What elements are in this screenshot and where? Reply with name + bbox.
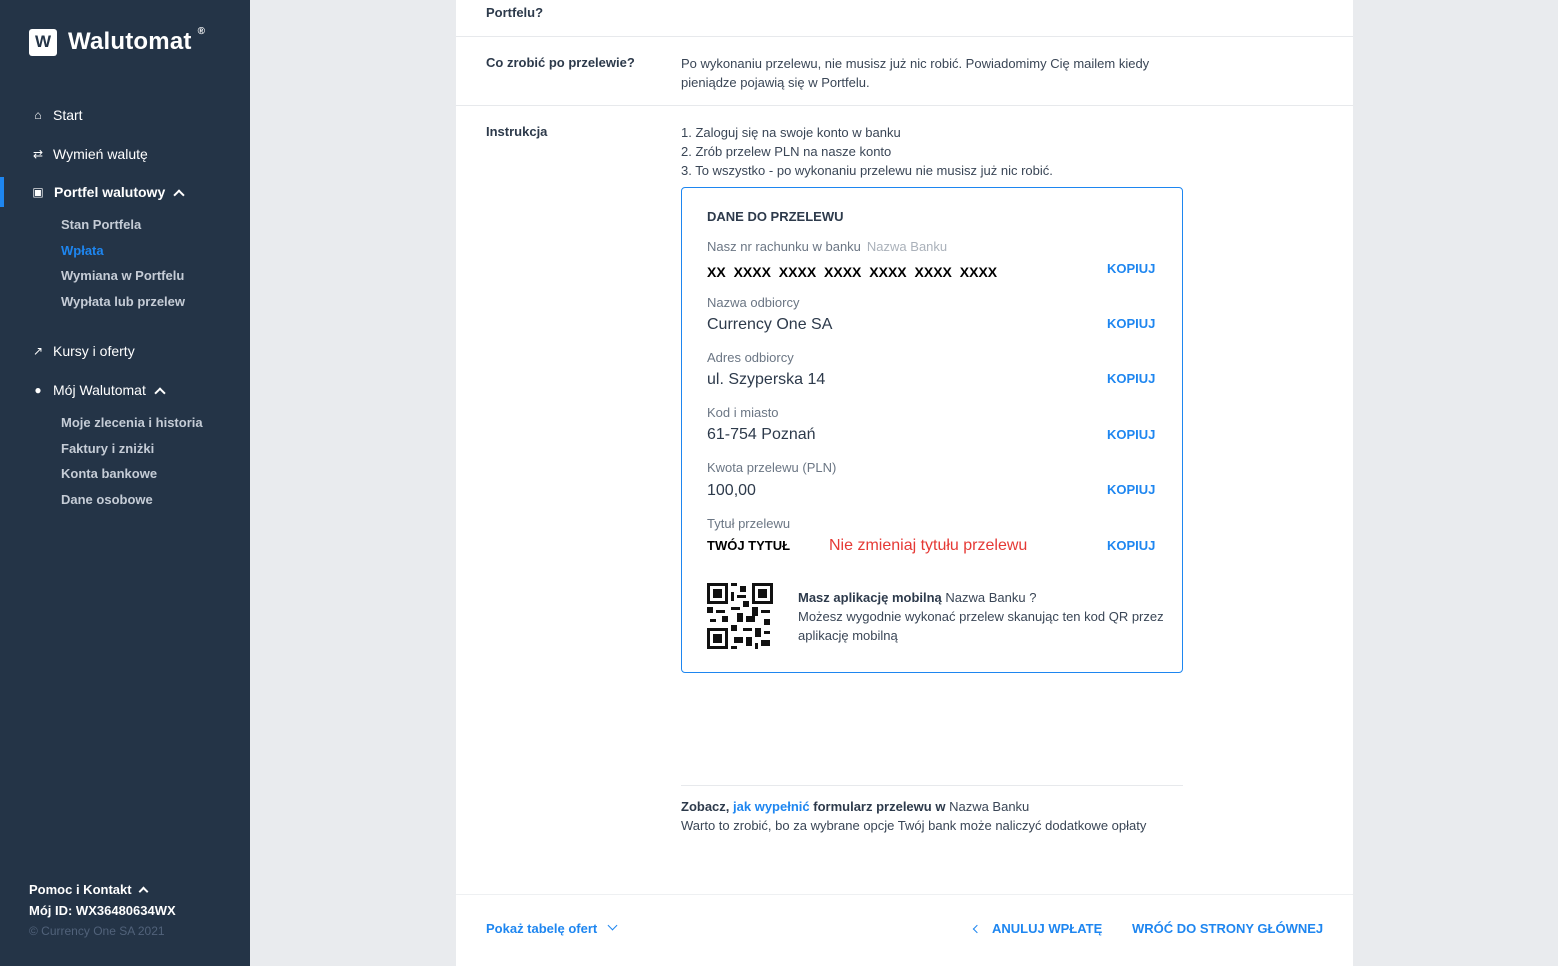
user-id: Mój ID: WX36480634WX (29, 903, 176, 918)
chevron-left-icon (972, 924, 982, 933)
account-number-label: Nasz nr rachunku w banku Nazwa Banku (707, 239, 948, 254)
instructions-list: 1. Zaloguj się na swoje konto w banku 2.… (681, 123, 1053, 180)
chevron-up-icon (154, 387, 166, 399)
how-to-fill-info: Zobacz, jak wypełnić formularz przelewu … (681, 799, 1147, 833)
copy-address-button[interactable]: KOPIUJ (1107, 371, 1155, 386)
help-contact-toggle[interactable]: Pomoc i Kontakt (29, 882, 176, 897)
address-value: ul. Szyperska 14 (707, 371, 826, 388)
nav-item-label: Mój Walutomat (53, 382, 166, 399)
sidebar: W Walutomat ® ⌂ Start ⇄ Wymień walutę ▣ P… (0, 0, 250, 966)
logo[interactable]: W Walutomat ® (29, 26, 206, 56)
divider (681, 785, 1183, 786)
title-warning: Nie zmieniaj tytułu przelewu (829, 537, 1028, 554)
copy-title-button[interactable]: KOPIUJ (1107, 538, 1155, 553)
chevron-up-icon (173, 189, 185, 201)
back-home-button[interactable]: WRÓĆ DO STRONY GŁÓWNEJ (1132, 921, 1323, 936)
nav-item-label: Start (53, 107, 83, 123)
nav-item-label: Kursy i oferty (53, 343, 135, 359)
sidebar-item-deposit[interactable]: Wpłata (61, 243, 104, 258)
user-icon: ● (34, 383, 42, 397)
sidebar-footer: Pomoc i Kontakt Mój ID: WX36480634WX © C… (29, 882, 176, 938)
copy-account-button[interactable]: KOPIUJ (1107, 261, 1155, 276)
divider (456, 105, 1353, 106)
instruction-step: 2. Zrób przelew PLN na nasze konto (681, 144, 892, 159)
sidebar-item-orders[interactable]: Moje zlecenia i historia (61, 415, 203, 430)
nav-item-label: Wymień walutę (53, 146, 148, 162)
after-transfer-label: Co zrobić po przelewie? (486, 55, 635, 70)
sidebar-item-invoices[interactable]: Faktury i zniżki (61, 441, 154, 456)
address-label: Adres odbiorcy (707, 350, 794, 365)
city-value: 61-754 Poznań (707, 426, 816, 443)
qr-description: Masz aplikację mobilną Nazwa Banku ? Moż… (798, 590, 1164, 643)
chevron-down-icon (607, 920, 618, 931)
show-offers-toggle[interactable]: Pokaż tabelę ofert (486, 920, 618, 936)
wallet-icon: ▣ (32, 185, 44, 199)
nav-item-rates[interactable]: ↗ Kursy i oferty (0, 336, 250, 366)
instruction-step: 1. Zaloguj się na swoje konto w banku (681, 125, 901, 140)
divider (456, 36, 1353, 37)
recipient-value: Currency One SA (707, 316, 833, 333)
transfer-title-value: TWÓJ TYTUŁ (707, 538, 791, 553)
recipient-label: Nazwa odbiorcy (707, 295, 800, 310)
copy-city-button[interactable]: KOPIUJ (1107, 427, 1155, 442)
divider (456, 894, 1353, 895)
sidebar-item-personal-data[interactable]: Dane osobowe (61, 492, 153, 507)
nav-item-my-account[interactable]: ● Mój Walutomat (0, 375, 250, 405)
instruction-step: 3. To wszystko - po wykonaniu przelewu n… (681, 163, 1053, 178)
home-icon: ⌂ (34, 108, 42, 122)
deposit-card: Portfelu? Co zrobić po przelewie? Po wyk… (456, 0, 1353, 966)
instructions-label: Instrukcja (486, 124, 548, 139)
sidebar-item-withdrawal[interactable]: Wypłata lub przelew (61, 294, 185, 309)
after-transfer-text: Po wykonaniu przelewu, nie musisz już ni… (681, 56, 1150, 90)
copyright: © Currency One SA 2021 (29, 924, 165, 938)
logo-icon: W (29, 28, 57, 56)
nav-item-start[interactable]: ⌂ Start (0, 100, 250, 130)
copy-recipient-button[interactable]: KOPIUJ (1107, 316, 1155, 331)
transfer-title-label: Tytuł przelewu (707, 516, 791, 531)
faq-label-cut: Portfelu? (486, 5, 544, 20)
city-label: Kod i miasto (707, 405, 779, 420)
chevron-up-icon (138, 886, 149, 897)
exchange-icon: ⇄ (32, 147, 44, 161)
nav-item-exchange[interactable]: ⇄ Wymień walutę (0, 139, 250, 169)
amount-value: 100,00 (707, 482, 756, 499)
account-number-value: XX XXXX XXXX XXXX XXXX XXXX XXXX (707, 264, 998, 280)
sidebar-item-bank-accounts[interactable]: Konta bankowe (61, 466, 157, 481)
transfer-details-title: DANE DO PRZELEWU (707, 209, 844, 224)
sidebar-item-wallet-status[interactable]: Stan Portfela (61, 217, 141, 232)
how-to-fill-link[interactable]: jak wypełnić (733, 799, 810, 814)
logo-text: Walutomat ® (68, 26, 206, 55)
amount-label: Kwota przelewu (PLN) (707, 460, 837, 475)
nav-item-wallet[interactable]: ▣ Portfel walutowy (0, 177, 250, 207)
copy-amount-button[interactable]: KOPIUJ (1107, 482, 1155, 497)
trend-icon: ↗ (32, 344, 44, 358)
qr-code-icon (707, 583, 773, 649)
cancel-deposit-button[interactable]: ANULUJ WPŁATĘ (972, 921, 1102, 936)
nav-item-label: Portfel walutowy (54, 184, 185, 201)
sidebar-item-wallet-exchange[interactable]: Wymiana w Portfelu (61, 268, 184, 283)
transfer-details-box: DANE DO PRZELEWU Nasz nr rachunku w bank… (681, 187, 1183, 673)
